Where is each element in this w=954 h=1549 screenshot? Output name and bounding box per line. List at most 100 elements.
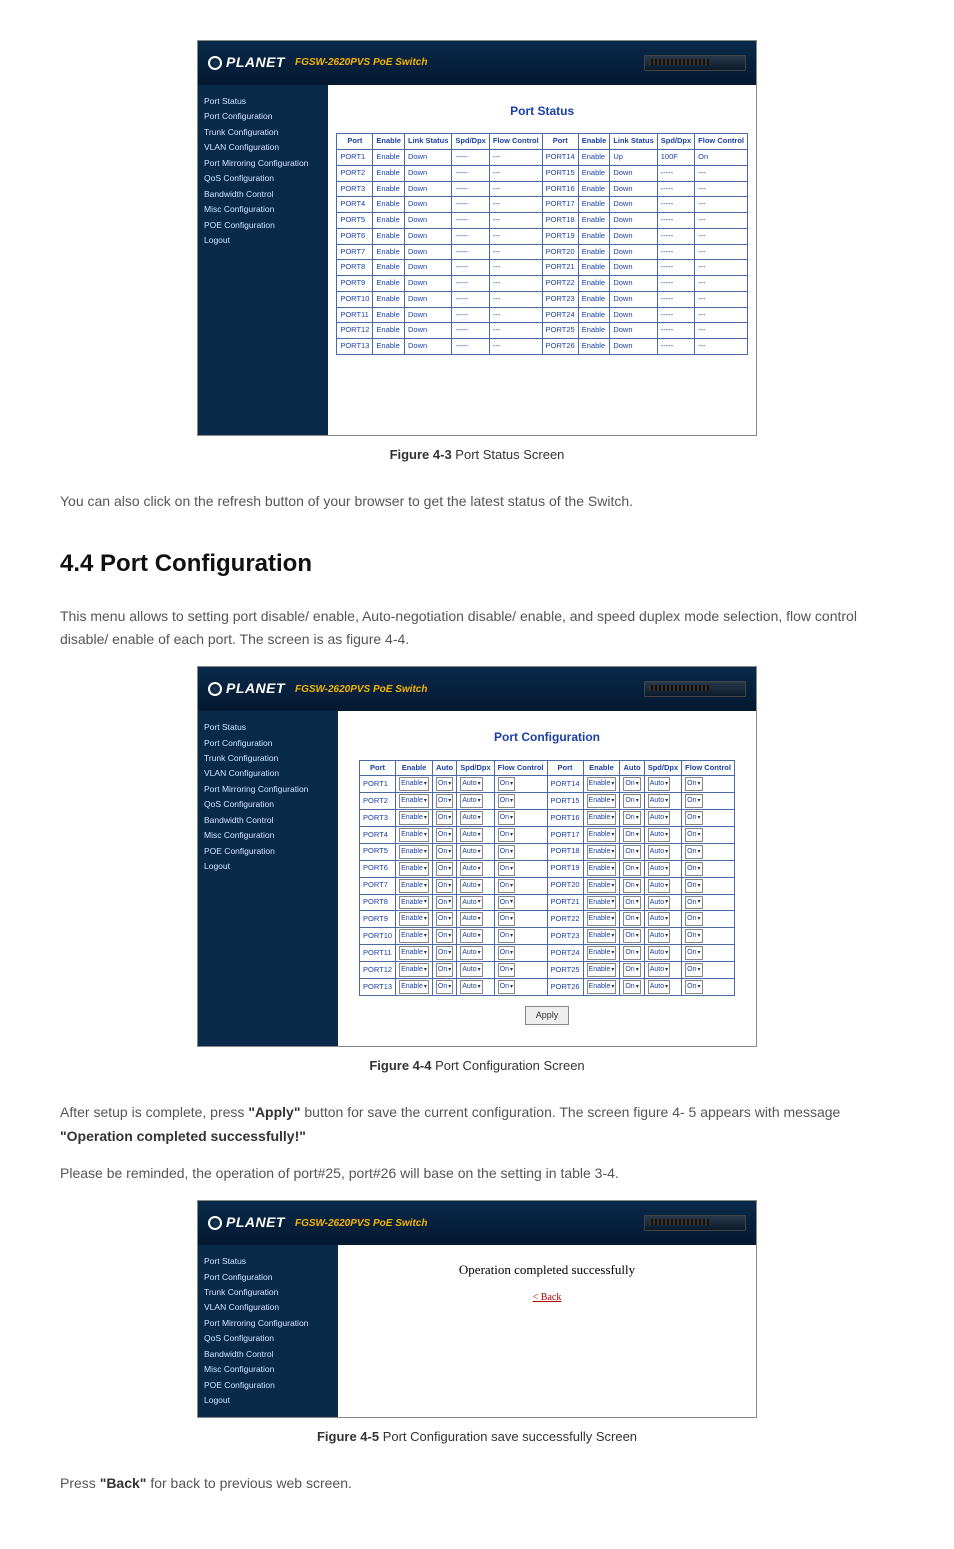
auto-select[interactable]: On — [623, 980, 640, 994]
sidebar-item[interactable]: Logout — [204, 1393, 332, 1407]
spd-select[interactable]: Auto — [460, 828, 482, 842]
enable-select[interactable]: Enable — [587, 946, 617, 960]
flow-select[interactable]: On — [498, 896, 515, 910]
sidebar-item[interactable]: Port Mirroring Configuration — [204, 1316, 332, 1330]
spd-select[interactable]: Auto — [460, 879, 482, 893]
sidebar-item[interactable]: Port Status — [204, 94, 322, 108]
spd-select[interactable]: Auto — [648, 879, 670, 893]
auto-select[interactable]: On — [623, 811, 640, 825]
auto-select[interactable]: On — [436, 828, 453, 842]
flow-select[interactable]: On — [685, 845, 702, 859]
auto-select[interactable]: On — [436, 879, 453, 893]
enable-select[interactable]: Enable — [399, 862, 429, 876]
enable-select[interactable]: Enable — [587, 879, 617, 893]
sidebar-item[interactable]: Trunk Configuration — [204, 751, 332, 765]
enable-select[interactable]: Enable — [587, 794, 617, 808]
sidebar-item[interactable]: Misc Configuration — [204, 202, 322, 216]
spd-select[interactable]: Auto — [648, 794, 670, 808]
auto-select[interactable]: On — [623, 828, 640, 842]
auto-select[interactable]: On — [436, 912, 453, 926]
enable-select[interactable]: Enable — [399, 845, 429, 859]
flow-select[interactable]: On — [498, 879, 515, 893]
flow-select[interactable]: On — [498, 828, 515, 842]
spd-select[interactable]: Auto — [648, 896, 670, 910]
enable-select[interactable]: Enable — [587, 963, 617, 977]
sidebar-item[interactable]: Port Configuration — [204, 1270, 332, 1284]
sidebar-item[interactable]: Trunk Configuration — [204, 125, 322, 139]
sidebar-item[interactable]: Port Status — [204, 1254, 332, 1268]
auto-select[interactable]: On — [436, 777, 453, 791]
spd-select[interactable]: Auto — [648, 862, 670, 876]
sidebar-item[interactable]: QoS Configuration — [204, 171, 322, 185]
auto-select[interactable]: On — [623, 946, 640, 960]
spd-select[interactable]: Auto — [460, 794, 482, 808]
sidebar-item[interactable]: VLAN Configuration — [204, 766, 332, 780]
enable-select[interactable]: Enable — [399, 879, 429, 893]
spd-select[interactable]: Auto — [460, 811, 482, 825]
flow-select[interactable]: On — [498, 811, 515, 825]
auto-select[interactable]: On — [436, 845, 453, 859]
enable-select[interactable]: Enable — [399, 980, 429, 994]
flow-select[interactable]: On — [685, 912, 702, 926]
auto-select[interactable]: On — [623, 963, 640, 977]
spd-select[interactable]: Auto — [460, 912, 482, 926]
apply-button[interactable]: Apply — [525, 1006, 570, 1025]
flow-select[interactable]: On — [685, 896, 702, 910]
sidebar-item[interactable]: POE Configuration — [204, 844, 332, 858]
spd-select[interactable]: Auto — [460, 980, 482, 994]
auto-select[interactable]: On — [436, 963, 453, 977]
flow-select[interactable]: On — [498, 946, 515, 960]
spd-select[interactable]: Auto — [648, 912, 670, 926]
sidebar-item[interactable]: Misc Configuration — [204, 1362, 332, 1376]
auto-select[interactable]: On — [436, 794, 453, 808]
enable-select[interactable]: Enable — [399, 963, 429, 977]
enable-select[interactable]: Enable — [587, 862, 617, 876]
sidebar-item[interactable]: Bandwidth Control — [204, 187, 322, 201]
enable-select[interactable]: Enable — [399, 777, 429, 791]
flow-select[interactable]: On — [685, 929, 702, 943]
flow-select[interactable]: On — [685, 980, 702, 994]
auto-select[interactable]: On — [623, 777, 640, 791]
flow-select[interactable]: On — [498, 963, 515, 977]
sidebar-item[interactable]: QoS Configuration — [204, 1331, 332, 1345]
enable-select[interactable]: Enable — [587, 777, 617, 791]
auto-select[interactable]: On — [623, 862, 640, 876]
enable-select[interactable]: Enable — [399, 912, 429, 926]
spd-select[interactable]: Auto — [460, 946, 482, 960]
spd-select[interactable]: Auto — [648, 946, 670, 960]
enable-select[interactable]: Enable — [399, 811, 429, 825]
flow-select[interactable]: On — [498, 862, 515, 876]
auto-select[interactable]: On — [623, 879, 640, 893]
flow-select[interactable]: On — [685, 794, 702, 808]
auto-select[interactable]: On — [436, 862, 453, 876]
sidebar-item[interactable]: Trunk Configuration — [204, 1285, 332, 1299]
sidebar-item[interactable]: Port Mirroring Configuration — [204, 782, 332, 796]
enable-select[interactable]: Enable — [399, 828, 429, 842]
enable-select[interactable]: Enable — [587, 828, 617, 842]
flow-select[interactable]: On — [498, 777, 515, 791]
sidebar-item[interactable]: VLAN Configuration — [204, 1300, 332, 1314]
spd-select[interactable]: Auto — [460, 963, 482, 977]
auto-select[interactable]: On — [436, 811, 453, 825]
sidebar-item[interactable]: Misc Configuration — [204, 828, 332, 842]
sidebar-item[interactable]: Port Status — [204, 720, 332, 734]
auto-select[interactable]: On — [623, 896, 640, 910]
flow-select[interactable]: On — [685, 963, 702, 977]
enable-select[interactable]: Enable — [587, 929, 617, 943]
spd-select[interactable]: Auto — [648, 828, 670, 842]
sidebar-item[interactable]: Port Configuration — [204, 736, 332, 750]
auto-select[interactable]: On — [623, 845, 640, 859]
back-link[interactable]: < Back — [346, 1289, 748, 1306]
sidebar-item[interactable]: Bandwidth Control — [204, 1347, 332, 1361]
flow-select[interactable]: On — [685, 946, 702, 960]
enable-select[interactable]: Enable — [399, 896, 429, 910]
enable-select[interactable]: Enable — [587, 845, 617, 859]
flow-select[interactable]: On — [498, 845, 515, 859]
spd-select[interactable]: Auto — [648, 929, 670, 943]
auto-select[interactable]: On — [436, 980, 453, 994]
flow-select[interactable]: On — [685, 879, 702, 893]
spd-select[interactable]: Auto — [648, 811, 670, 825]
spd-select[interactable]: Auto — [460, 896, 482, 910]
spd-select[interactable]: Auto — [648, 777, 670, 791]
spd-select[interactable]: Auto — [648, 963, 670, 977]
